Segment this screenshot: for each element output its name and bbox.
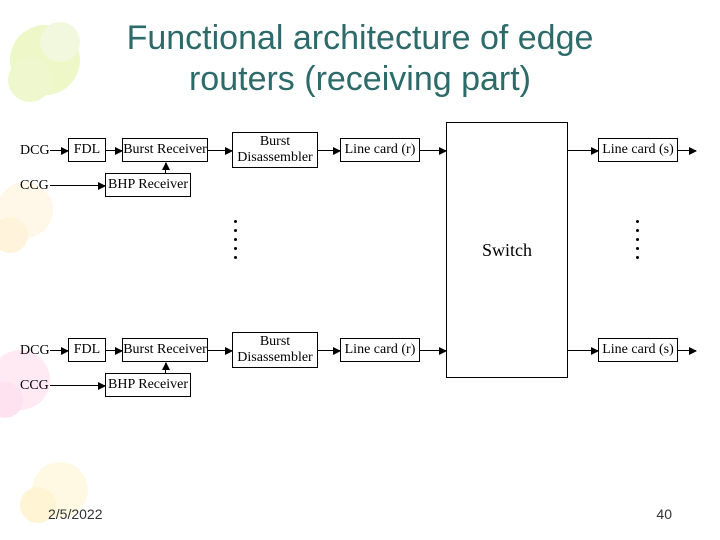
- arrow: [50, 185, 105, 186]
- box-line-card-s-top: Line card (s): [598, 138, 678, 162]
- title-line-1: Functional architecture of edge: [127, 19, 594, 57]
- arrow: [106, 150, 122, 151]
- arrow: [208, 350, 232, 351]
- arrow: [568, 350, 598, 351]
- arrow: [318, 150, 340, 151]
- arrow: [50, 150, 68, 151]
- arrow-vertical: [165, 363, 166, 373]
- box-burst-disassembler-top: Burst Disassembler: [232, 132, 318, 168]
- vertical-dots-left: [230, 220, 240, 259]
- architecture-diagram: DCG FDL Burst Receiver Burst Disassemble…: [20, 130, 700, 470]
- box-line-card-r-top: Line card (r): [340, 138, 420, 162]
- arrow: [420, 150, 446, 151]
- box-bhp-receiver-bottom: BHP Receiver: [105, 373, 191, 397]
- footer: 2/5/2022 40: [48, 506, 672, 522]
- title-line-2: routers (receiving part): [189, 60, 531, 98]
- arrow: [678, 350, 696, 351]
- label-dcg-top: DCG: [20, 143, 50, 159]
- box-fdl-bottom: FDL: [68, 338, 106, 362]
- arrow: [420, 350, 446, 351]
- vertical-dots-right: [632, 220, 642, 259]
- arrow: [318, 350, 340, 351]
- page-title: Functional architecture of edge routers …: [0, 18, 720, 100]
- footer-date: 2/5/2022: [48, 506, 103, 522]
- box-fdl-top: FDL: [68, 138, 106, 162]
- arrow: [50, 350, 68, 351]
- box-bhp-receiver-top: BHP Receiver: [105, 173, 191, 197]
- label-ccg-bottom: CCG: [20, 378, 49, 394]
- arrow: [568, 150, 598, 151]
- arrow: [208, 150, 232, 151]
- arrow-vertical: [165, 163, 166, 173]
- box-switch: Switch: [446, 122, 568, 378]
- footer-page-number: 40: [656, 506, 672, 522]
- arrow: [50, 385, 105, 386]
- box-burst-receiver-bottom: Burst Receiver: [122, 338, 208, 362]
- label-ccg-top: CCG: [20, 178, 49, 194]
- box-line-card-s-bottom: Line card (s): [598, 338, 678, 362]
- box-burst-disassembler-bottom: Burst Disassembler: [232, 332, 318, 368]
- label-dcg-bottom: DCG: [20, 343, 50, 359]
- arrow: [678, 150, 696, 151]
- arrow: [106, 350, 122, 351]
- box-line-card-r-bottom: Line card (r): [340, 338, 420, 362]
- box-burst-receiver-top: Burst Receiver: [122, 138, 208, 162]
